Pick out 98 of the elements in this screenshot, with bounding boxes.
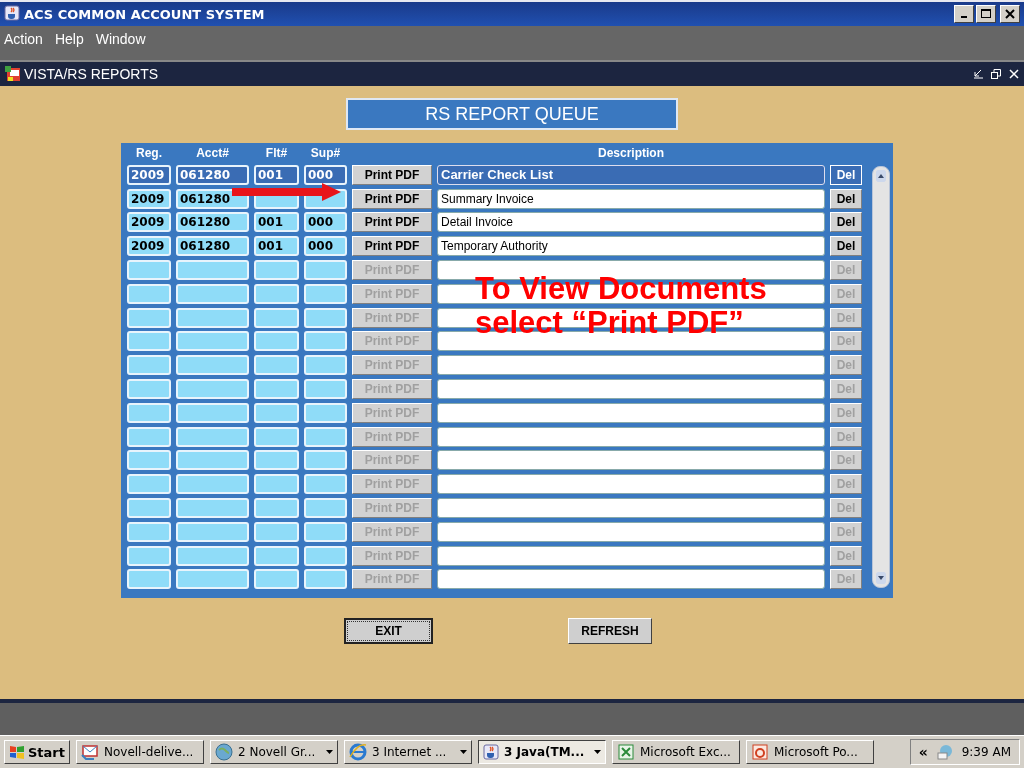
cup-icon bbox=[483, 744, 499, 760]
menu-item[interactable]: Action bbox=[4, 31, 43, 47]
table-cell bbox=[304, 260, 347, 280]
table-cell bbox=[254, 521, 299, 542]
taskbar-button[interactable]: 2 Novell Gr... bbox=[210, 740, 338, 764]
table-cell bbox=[304, 521, 347, 542]
column-header: Acct# bbox=[195, 145, 230, 161]
maximize-button[interactable] bbox=[976, 5, 996, 23]
delete-button[interactable]: Del bbox=[830, 212, 862, 233]
taskbar-button[interactable]: Microsoft Exc... bbox=[612, 740, 740, 764]
column-header: Reg. bbox=[135, 145, 163, 161]
spreadsheet-icon bbox=[617, 743, 635, 761]
table-cell bbox=[304, 569, 347, 590]
table-cell: 000 bbox=[304, 236, 347, 257]
table-cell bbox=[254, 545, 299, 566]
table-cell: 001 bbox=[254, 212, 299, 233]
delete-button[interactable]: Del bbox=[830, 164, 862, 185]
taskbar-button[interactable]: 3 Internet ... bbox=[344, 740, 472, 764]
taskbar-button[interactable]: Novell-delive... bbox=[76, 740, 204, 764]
table-cell: 061280 bbox=[176, 212, 249, 233]
reports-icon bbox=[4, 65, 22, 83]
taskbar-button[interactable]: Microsoft Po... bbox=[746, 740, 874, 764]
menu-item[interactable]: Help bbox=[54, 31, 84, 47]
table-cell bbox=[254, 450, 299, 471]
window-title: VISTA/RS REPORTS bbox=[24, 66, 159, 82]
table-cell bbox=[254, 497, 299, 518]
minimize-button[interactable] bbox=[954, 5, 974, 23]
print-pdf-button[interactable]: Print PDF bbox=[352, 164, 432, 185]
mail-icon bbox=[81, 744, 99, 760]
table-cell bbox=[254, 331, 299, 352]
print-pdf-button[interactable]: Print PDF bbox=[352, 236, 432, 257]
table-cell: 061280 bbox=[176, 164, 249, 185]
delete-button[interactable]: Del bbox=[830, 188, 862, 209]
table-cell bbox=[254, 283, 299, 304]
column-header: Description bbox=[597, 145, 665, 161]
table-cell bbox=[254, 355, 299, 376]
table-cell bbox=[304, 331, 347, 352]
tray-expand-button[interactable]: « bbox=[918, 744, 928, 760]
taskbar-button[interactable]: 3 Java(TM... bbox=[478, 740, 606, 764]
table-cell bbox=[304, 283, 347, 304]
close-icon[interactable] bbox=[1008, 68, 1020, 80]
clock: 9:39 AM bbox=[961, 745, 1011, 759]
close-button[interactable] bbox=[1000, 5, 1020, 23]
page-heading: RS REPORT QUEUE bbox=[346, 98, 678, 130]
dropdown-arrow-icon[interactable] bbox=[326, 750, 333, 754]
table-cell bbox=[304, 426, 347, 447]
refresh-button[interactable]: REFRESH bbox=[568, 618, 652, 644]
exit-button[interactable]: EXIT bbox=[344, 618, 433, 644]
table-cell: 2009 bbox=[127, 212, 171, 233]
table-cell bbox=[254, 474, 299, 495]
print-pdf-button[interactable]: Print PDF bbox=[352, 212, 432, 233]
windows-logo-icon bbox=[9, 744, 25, 760]
table-cell: 2009 bbox=[127, 236, 171, 257]
table-cell: 000 bbox=[304, 212, 347, 233]
table-cell: 001 bbox=[254, 164, 299, 185]
table-cell bbox=[304, 402, 347, 423]
globe-icon bbox=[215, 743, 233, 761]
table-cell: 061280 bbox=[176, 236, 249, 257]
table-cell bbox=[304, 378, 347, 399]
table-cell: 2009 bbox=[127, 188, 171, 209]
cup-icon bbox=[4, 4, 20, 21]
table-cell bbox=[304, 497, 347, 518]
minimize-icon[interactable] bbox=[972, 68, 984, 80]
slides-icon bbox=[751, 743, 769, 761]
menu-item[interactable]: Window bbox=[95, 31, 146, 47]
close-icon bbox=[1005, 9, 1015, 19]
print-pdf-button[interactable]: Print PDF bbox=[352, 188, 432, 209]
table-cell bbox=[254, 402, 299, 423]
description-cell: Carrier Check List bbox=[437, 164, 825, 185]
browser-icon bbox=[349, 743, 367, 761]
table-cell: 061280 bbox=[176, 188, 249, 209]
table-cell bbox=[304, 474, 347, 495]
column-header: Flt# bbox=[264, 145, 289, 161]
table-cell bbox=[254, 260, 299, 280]
table-cell bbox=[254, 378, 299, 399]
delete-button[interactable]: Del bbox=[830, 236, 862, 257]
restore-icon[interactable] bbox=[990, 68, 1002, 80]
table-cell bbox=[254, 307, 299, 328]
table-cell bbox=[304, 545, 347, 566]
description-cell: Detail Invoice bbox=[437, 212, 825, 233]
description-cell: Summary Invoice bbox=[437, 188, 825, 209]
table-cell: 000 bbox=[304, 164, 347, 185]
start-button[interactable]: Start bbox=[4, 740, 70, 764]
maximize-icon bbox=[981, 9, 991, 19]
minimize-icon bbox=[961, 16, 967, 18]
dropdown-arrow-icon[interactable] bbox=[594, 750, 601, 754]
table-cell bbox=[254, 569, 299, 590]
dropdown-arrow-icon[interactable] bbox=[460, 750, 467, 754]
table-cell bbox=[304, 307, 347, 328]
table-cell: 001 bbox=[254, 236, 299, 257]
table-cell bbox=[304, 450, 347, 471]
column-header: Sup# bbox=[309, 145, 342, 161]
scrollbar[interactable] bbox=[872, 166, 890, 588]
description-cell: Temporary Authority bbox=[437, 236, 825, 257]
window-title: ACS COMMON ACCOUNT SYSTEM bbox=[24, 6, 265, 22]
table-cell: 2009 bbox=[127, 164, 171, 185]
table-cell bbox=[254, 426, 299, 447]
table-cell bbox=[304, 355, 347, 376]
